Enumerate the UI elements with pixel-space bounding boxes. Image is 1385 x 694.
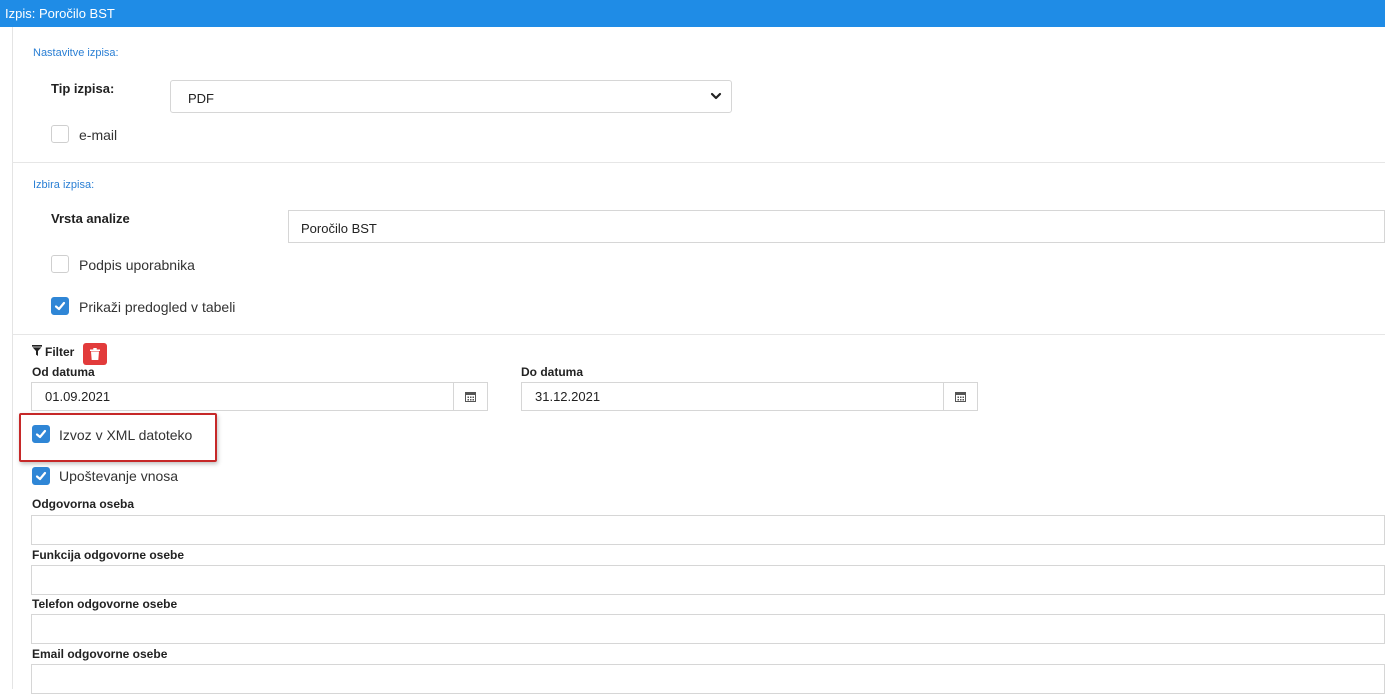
analysis-type-value: Poročilo BST <box>301 221 377 236</box>
analysis-type-label: Vrsta analize <box>51 211 130 226</box>
check-icon <box>54 301 66 311</box>
calendar-icon <box>465 392 476 402</box>
preview-table-label: Prikaži predogled v tabeli <box>79 299 236 315</box>
email-label: e-mail <box>79 127 118 143</box>
responsible-email-input[interactable] <box>31 664 1385 694</box>
xml-export-label: Izvoz v XML datoteko <box>59 427 193 443</box>
responsible-person-label: Odgovorna oseba <box>32 497 135 511</box>
check-icon <box>35 471 47 481</box>
preview-table-checkbox[interactable] <box>51 297 69 315</box>
from-date-input[interactable]: 01.09.2021 <box>31 382 488 411</box>
user-signature-checkbox[interactable] <box>51 255 69 273</box>
check-icon <box>35 429 47 439</box>
user-signature-label: Podpis uporabnika <box>79 257 195 273</box>
consider-input-label: Upoštevanje vnosa <box>59 468 179 484</box>
analysis-type-field[interactable]: Poročilo BST <box>288 210 1385 243</box>
window-title: Izpis: Poročilo BST <box>5 6 115 21</box>
to-date-calendar-button[interactable] <box>943 383 977 410</box>
from-date-value: 01.09.2021 <box>45 389 111 404</box>
to-date-input[interactable]: 31.12.2021 <box>521 382 978 411</box>
filter-title: Filter <box>45 345 75 359</box>
to-date-label: Do datuma <box>521 365 584 379</box>
section-divider <box>12 162 1385 163</box>
responsible-phone-input[interactable] <box>31 614 1385 644</box>
responsible-function-label: Funkcija odgovorne osebe <box>32 548 185 562</box>
calendar-icon <box>955 392 966 402</box>
trash-icon <box>90 348 100 360</box>
responsible-phone-label: Telefon odgovorne osebe <box>32 597 178 611</box>
section-divider <box>12 334 1385 335</box>
email-checkbox[interactable] <box>51 125 69 143</box>
selection-section-title: Izbira izpisa: <box>33 179 95 191</box>
filter-icon <box>32 345 42 356</box>
xml-export-checkbox[interactable] <box>32 425 50 443</box>
clear-filter-button[interactable] <box>83 343 107 365</box>
responsible-function-input[interactable] <box>31 565 1385 595</box>
consider-input-checkbox[interactable] <box>32 467 50 485</box>
from-date-label: Od datuma <box>32 365 95 379</box>
settings-section-title: Nastavitve izpisa: <box>33 47 119 59</box>
window-title-bar: Izpis: Poročilo BST <box>0 0 1385 27</box>
to-date-value: 31.12.2021 <box>535 389 601 404</box>
responsible-email-label: Email odgovorne osebe <box>32 647 168 661</box>
chevron-down-icon <box>710 92 722 100</box>
report-type-value: PDF <box>188 91 214 106</box>
responsible-person-input[interactable] <box>31 515 1385 545</box>
report-type-select[interactable]: PDF <box>170 80 732 113</box>
from-date-calendar-button[interactable] <box>453 383 487 410</box>
type-label: Tip izpisa: <box>51 81 115 96</box>
